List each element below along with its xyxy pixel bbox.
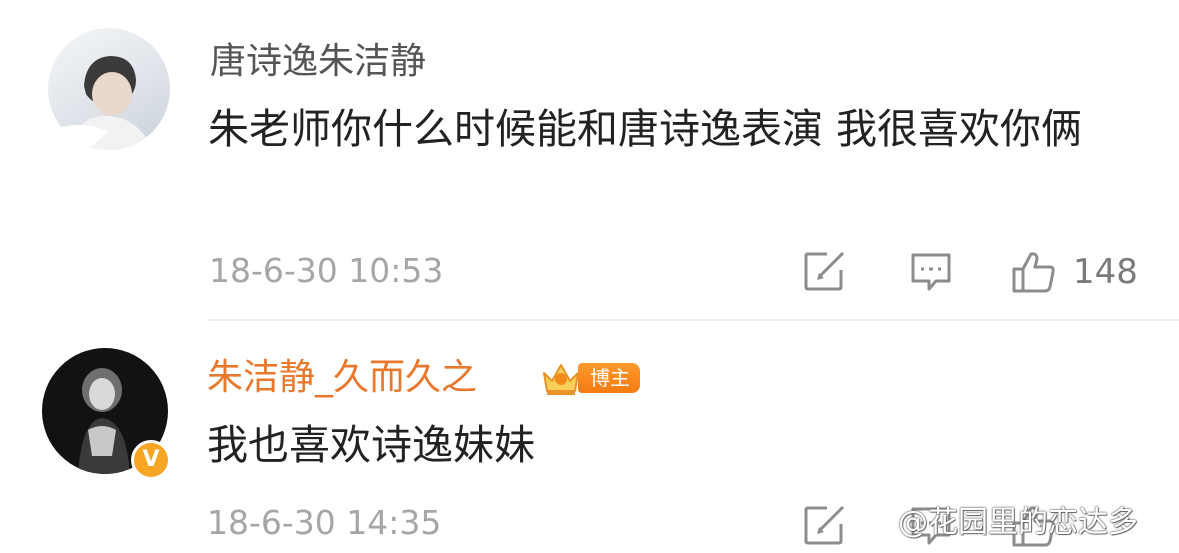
verified-badge: V [131,440,171,480]
comment-text: 朱老师你什么时候能和唐诗逸表演 我很喜欢你俩 [208,105,1083,153]
divider [207,319,1179,321]
commenter-avatar[interactable] [48,28,170,150]
commenter-username[interactable]: 唐诗逸朱洁静 [210,42,426,82]
thumbs-up-icon [1012,252,1055,293]
like-button[interactable]: 148 [1011,250,1138,294]
commenter-username[interactable]: 朱洁静_久而久之 [207,358,477,398]
person-silhouette-icon [48,56,152,150]
crown-icon [543,364,579,395]
repost-button[interactable] [803,250,847,292]
comment-text: 我也喜欢诗逸妹妹 [207,421,535,469]
watermark: @花园里的恋达多 [898,505,1138,540]
blogger-badge-label: 博主 [578,363,640,393]
edit-icon [804,251,845,291]
edit-icon [804,505,845,545]
comment-timestamp: 18-6-30 14:35 [207,503,442,542]
comment-icon [911,253,951,291]
repost-button[interactable] [803,504,847,546]
like-count: 148 [1073,252,1138,292]
blogger-badge[interactable]: 博主 [540,359,640,397]
comment-timestamp: 18-6-30 10:53 [209,251,444,290]
reply-button[interactable] [909,251,953,295]
